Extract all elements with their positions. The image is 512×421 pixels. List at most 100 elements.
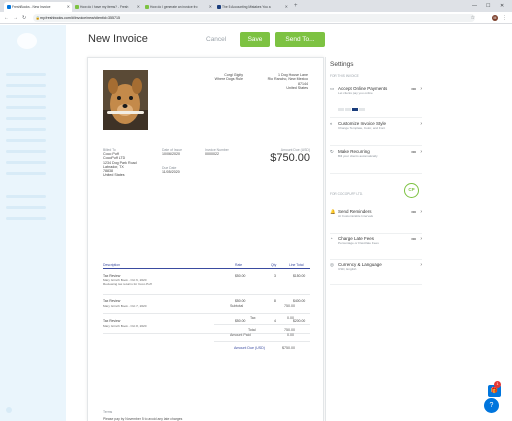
forward-arrow-icon[interactable]: → — [13, 14, 18, 22]
terms-label: Terms — [103, 410, 113, 414]
line-item-row[interactable]: Tax Review Mary Grinch Book - Oct 6, 202… — [103, 271, 310, 295]
close-tab-icon[interactable]: ✕ — [67, 2, 70, 12]
settings-gear-icon[interactable] — [6, 407, 12, 413]
toggle-label[interactable]: NO — [412, 150, 417, 154]
page-header: New Invoice Cancel Save Send To... — [66, 25, 512, 57]
minimize-button[interactable]: — — [472, 0, 477, 12]
line-item-description: Mary Grinch Book - Oct 6, 2020 Reviewing… — [103, 278, 152, 286]
profile-avatar[interactable]: M — [492, 15, 498, 21]
setting-subtitle: Percentage or Flat-Rate Fees — [338, 241, 379, 245]
close-tab-icon[interactable]: ✕ — [209, 2, 212, 12]
charge-late-fees-row[interactable]: ◔ Charge Late Fees Percentage or Flat-Ra… — [330, 235, 422, 260]
line-item-qty: 8 — [274, 299, 276, 303]
business-address[interactable]: 1 Dog House Lane Rio Rancho, New Mexico … — [253, 73, 308, 90]
amount-paid-label: Amount Paid — [230, 333, 251, 337]
dog-photo-icon — [103, 70, 148, 130]
section-label-invoice: FOR THIS INVOICE — [330, 74, 359, 78]
browser-tab-strip: FreshBooks - New Invoice ✕ How do I have… — [0, 0, 512, 12]
browser-tab-accounting[interactable]: The 5 Accounting Mistakes You a ✕ — [214, 2, 290, 12]
browser-menu-icon[interactable]: ⋮ — [502, 14, 507, 22]
sidebar-item[interactable] — [6, 84, 46, 87]
customize-invoice-style-row[interactable]: ◐ Customize Invoice Style Change Templat… — [330, 120, 422, 146]
invoice-number-block[interactable]: Invoice Number 0000022 — [205, 148, 229, 156]
paint-icon: ◐ — [330, 121, 333, 126]
chevron-right-icon: › — [420, 262, 422, 268]
browser-tab-help-invoice[interactable]: How do I generate an invoice fro ✕ — [142, 2, 214, 12]
send-to-button[interactable]: Send To... — [275, 32, 325, 47]
freshbooks-logo[interactable] — [17, 33, 37, 49]
toggle-label[interactable]: NO — [412, 237, 417, 241]
sidebar-item[interactable] — [6, 217, 46, 220]
close-tab-icon[interactable]: ✕ — [285, 2, 288, 12]
line-item-rate: $50.00 — [235, 299, 246, 303]
line-item-row[interactable]: Tax Review Mary Grinch Book - Oct 8, 202… — [103, 316, 310, 334]
setting-subtitle: USD, English — [338, 267, 357, 271]
sidebar-item[interactable] — [6, 128, 46, 131]
setting-subtitle: At Customizable Intervals — [338, 214, 374, 218]
browser-tab-help-items[interactable]: How do I have my items? - Fresh ✕ — [72, 2, 142, 12]
line-item-total: $200.00 — [293, 319, 306, 323]
sidebar — [0, 25, 66, 421]
sidebar-item[interactable] — [6, 95, 46, 98]
settings-panel: Settings FOR THIS INVOICE ▭ Accept Onlin… — [325, 57, 512, 421]
billed-to-block[interactable]: Billed To Coco Puff CocoPuff LTD 1234 Do… — [103, 148, 137, 178]
chevron-right-icon: › — [420, 86, 422, 92]
amount-due-value: $750.00 — [270, 152, 310, 164]
make-recurring-row[interactable]: ↻ Make Recurring Bill your clients autom… — [330, 148, 422, 174]
date-of-issue-block[interactable]: Date of Issue 10/06/2020 — [162, 148, 182, 156]
late-fee-icon: ◔ — [330, 236, 333, 241]
maximize-button[interactable]: ☐ — [486, 0, 490, 12]
toggle-label[interactable]: NO — [412, 87, 417, 91]
terms-field[interactable]: Please pay by November 5 to avoid any la… — [103, 417, 182, 421]
line-item-total: $150.00 — [293, 274, 306, 278]
sidebar-item[interactable] — [6, 150, 46, 153]
chevron-right-icon: › — [420, 121, 422, 127]
sidebar-item[interactable] — [6, 117, 46, 120]
address-bar[interactable]: 🔒 my.freshbooks.com/#/invoice/new/client… — [33, 14, 475, 22]
sidebar-item[interactable] — [6, 106, 46, 109]
article-favicon-icon — [216, 5, 221, 9]
save-button[interactable]: Save — [240, 32, 270, 47]
sidebar-item[interactable] — [6, 172, 46, 175]
cancel-button[interactable]: Cancel — [206, 36, 226, 43]
browser-tab-freshbooks[interactable]: FreshBooks - New Invoice ✕ — [4, 2, 72, 12]
close-tab-icon[interactable]: ✕ — [137, 2, 140, 12]
sidebar-item[interactable] — [6, 161, 46, 164]
accept-online-payments-row[interactable]: ▭ Accept Online Payments Let clients pay… — [330, 85, 422, 118]
tax-value: 0.00 — [287, 316, 294, 320]
sidebar-item[interactable] — [6, 73, 46, 76]
help-favicon-icon — [144, 5, 149, 9]
recurring-icon: ↻ — [330, 149, 334, 154]
help-favicon-icon — [74, 5, 79, 9]
tax-label[interactable]: Tax — [250, 316, 256, 320]
total-label: Total — [248, 328, 256, 332]
billed-to-value: Coco Puff CocoPuff LTD 1234 Dog Park Roa… — [103, 152, 137, 178]
close-window-button[interactable]: ✕ — [500, 0, 504, 12]
due-date-block[interactable]: Due Date 11/05/2020 — [162, 166, 180, 174]
line-item-rate: $50.00 — [235, 274, 246, 278]
sidebar-item[interactable] — [6, 139, 46, 142]
line-item-qty: 3 — [274, 274, 276, 278]
new-tab-button[interactable]: + — [294, 1, 298, 11]
line-item-rate: $50.00 — [235, 319, 246, 323]
amount-due-usd-label: Amount Due (USD) — [234, 346, 265, 350]
back-arrow-icon[interactable]: ← — [4, 14, 9, 22]
help-button[interactable]: ? — [484, 398, 499, 413]
sidebar-item[interactable] — [6, 206, 46, 209]
line-item-row[interactable]: Tax Review Mary Grinch Book - Oct 7, 202… — [103, 296, 310, 314]
line-item-description: Mary Grinch Book - Oct 7, 2020 — [103, 304, 147, 308]
send-reminders-row[interactable]: 🔔 Send Reminders At Customizable Interva… — [330, 208, 422, 234]
totals-divider — [214, 341, 310, 342]
sidebar-item[interactable] — [6, 195, 46, 198]
credit-card-icon: ▭ — [330, 86, 335, 91]
business-name[interactable]: Corgi Gigity Where Dogs Rule — [203, 73, 243, 82]
currency-language-row[interactable]: ◎ Currency & Language USD, English › — [330, 261, 422, 285]
bookmark-star-icon[interactable]: ☆ — [471, 14, 475, 22]
toggle-label[interactable]: NO — [412, 210, 417, 214]
line-item-qty: 4 — [274, 319, 276, 323]
card-logos — [338, 98, 366, 116]
reload-icon[interactable]: ↻ — [22, 14, 26, 22]
line-items-header: Description Rate Qty Line Total — [103, 261, 310, 269]
business-logo-image[interactable] — [103, 70, 148, 130]
page-title: New Invoice — [88, 33, 148, 45]
